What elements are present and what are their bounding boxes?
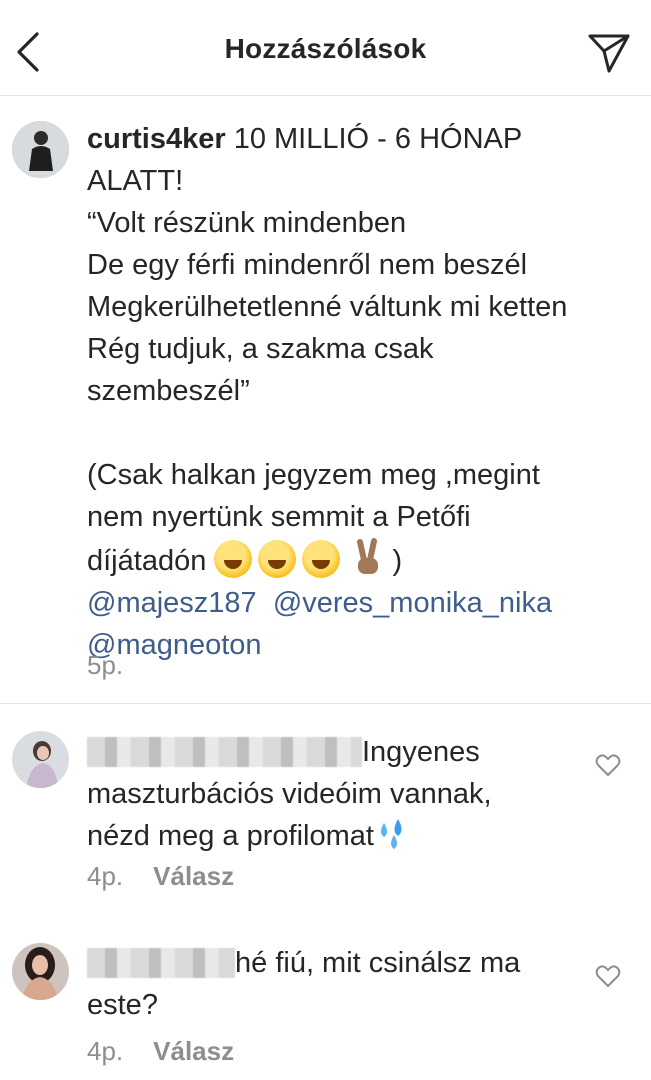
heart-outline-icon xyxy=(595,965,621,987)
comment-timestamp: 5p. xyxy=(87,650,124,680)
divider xyxy=(0,703,651,704)
comment-timestamp: 4p. xyxy=(87,861,124,891)
paper-plane-icon xyxy=(588,34,630,73)
comment-body-line1: 10 MILLIÓ - 6 HÓNAP xyxy=(225,123,523,155)
comment-text: Ingyenes maszturbációs videóim vannak, n… xyxy=(87,731,587,857)
comment-username[interactable]: curtis4ker xyxy=(87,123,226,155)
comment-body: ALATT! “Volt részünk mindenben De egy fé… xyxy=(87,165,568,577)
blurred-username[interactable] xyxy=(87,948,235,978)
comment-caption: curtis4ker 10 MILLIÓ - 6 HÓNAP ALATT! “V… xyxy=(87,118,627,666)
mention-link[interactable]: @majesz187 xyxy=(87,587,257,619)
page-title: Hozzászólások xyxy=(224,33,427,64)
comment-body-end: ) xyxy=(384,545,403,577)
comment-body-line1: hé fiú, mit csinálsz ma xyxy=(235,947,521,979)
laughing-emoji-icon xyxy=(302,540,341,578)
like-button[interactable] xyxy=(592,749,624,781)
person-photo-icon xyxy=(12,121,69,178)
heart-outline-icon xyxy=(595,754,621,776)
reply-button[interactable]: Válasz xyxy=(153,1036,234,1067)
sweat-droplets-emoji-icon xyxy=(380,819,402,849)
mention-link[interactable]: @veres_monika_nika xyxy=(273,587,552,619)
like-button[interactable] xyxy=(592,960,624,992)
comment-body-line1: Ingyenes xyxy=(362,736,480,768)
laughing-emoji-icon xyxy=(214,540,253,578)
comment-meta: 4p. Válasz xyxy=(87,861,234,892)
victory-hand-emoji-icon xyxy=(352,538,384,578)
comment-body: maszturbációs videóim vannak, nézd meg a… xyxy=(87,778,492,852)
top-bar: Hozzászólások xyxy=(0,0,651,96)
laughing-emoji-icon xyxy=(258,540,297,578)
avatar[interactable] xyxy=(12,731,69,788)
comment-body: este? xyxy=(87,989,158,1021)
avatar[interactable] xyxy=(12,943,69,1000)
comment-timestamp: 4p. xyxy=(87,1036,124,1066)
comment-meta: 5p. xyxy=(87,650,123,681)
avatar[interactable] xyxy=(12,121,69,178)
share-button[interactable] xyxy=(585,31,633,75)
profile-photo-icon xyxy=(12,731,69,788)
comment-text: hé fiú, mit csinálsz ma este? xyxy=(87,942,587,1026)
reply-button[interactable]: Válasz xyxy=(153,861,234,892)
comment-meta: 4p. Válasz xyxy=(87,1036,234,1067)
profile-photo-icon xyxy=(12,943,69,1000)
blurred-username[interactable] xyxy=(87,737,362,767)
